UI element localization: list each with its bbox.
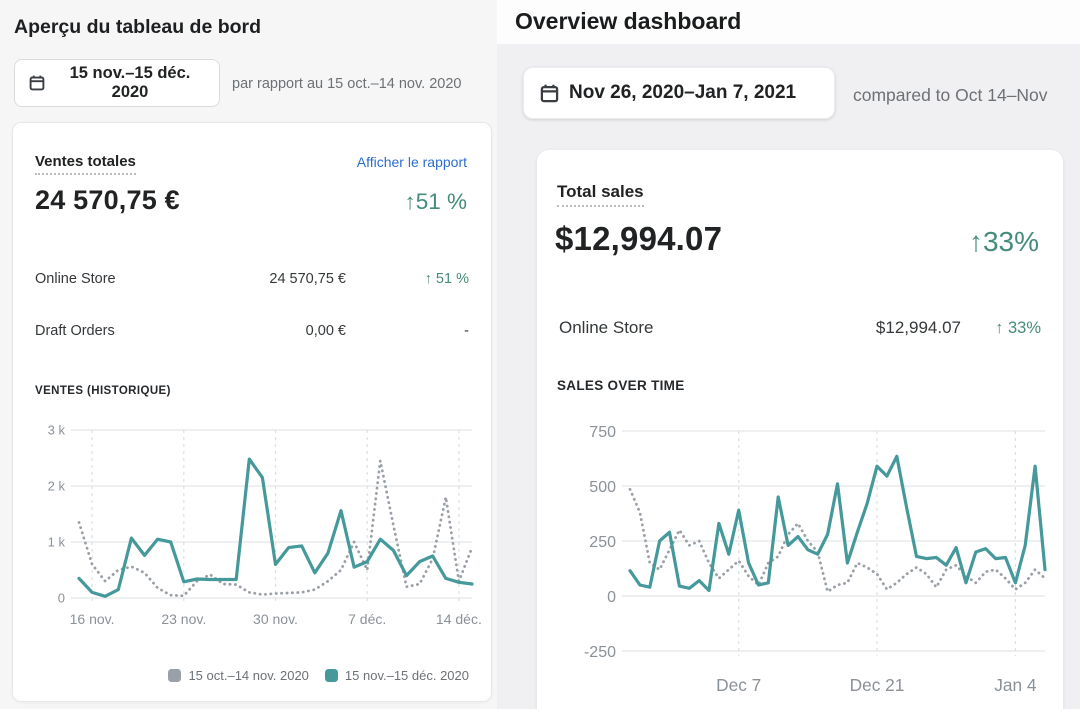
svg-text:Dec 21: Dec 21 <box>850 675 905 695</box>
svg-text:30 nov.: 30 nov. <box>253 611 298 627</box>
svg-text:250: 250 <box>589 534 616 551</box>
legend-item-current-period: 15 nov.–15 déc. 2020 <box>325 668 469 683</box>
total-sales-card: Ventes totales Afficher le rapport 24 57… <box>12 122 492 702</box>
total-sales-value: 24 570,75 € <box>35 185 180 216</box>
date-range-label: 15 nov.–15 déc. 2020 <box>55 64 205 102</box>
svg-text:750: 750 <box>589 424 616 441</box>
comparison-period-text: par rapport au 15 oct.–14 nov. 2020 <box>232 76 461 92</box>
svg-text:-250: -250 <box>584 644 616 661</box>
view-report-link[interactable]: Afficher le rapport <box>357 154 467 170</box>
sales-over-time-line-chart: 750 500 250 0 -250 Dec 7 Dec 21 Jan 4 <box>545 403 1060 703</box>
date-range-button[interactable]: 15 nov.–15 déc. 2020 <box>14 59 220 107</box>
channel-value: 24 570,75 € <box>196 271 346 287</box>
svg-text:500: 500 <box>589 479 616 496</box>
svg-text:0: 0 <box>607 589 616 606</box>
legend-label: 15 nov.–15 déc. 2020 <box>345 668 469 683</box>
svg-text:1 k: 1 k <box>48 535 66 550</box>
channel-value: 0,00 € <box>196 323 346 339</box>
svg-text:2 k: 2 k <box>48 479 66 494</box>
channel-change: ↑ 33% <box>977 319 1041 338</box>
channel-label: Online Store <box>559 318 791 338</box>
dashboard-comparison-screenshot: { "left": { "title": "Aperçu du tableau … <box>0 0 1080 709</box>
page-title: Overview dashboard <box>515 8 741 35</box>
chart-section-heading: VENTES (HISTORIQUE) <box>35 385 171 397</box>
panel-french-dashboard: Aperçu du tableau de bord 15 nov.–15 déc… <box>0 0 497 709</box>
page-title: Aperçu du tableau de bord <box>14 16 261 39</box>
metric-title: Total sales <box>557 182 644 207</box>
channel-label: Online Store <box>35 271 196 287</box>
svg-text:Dec 7: Dec 7 <box>716 675 761 695</box>
chart-section-heading: SALES OVER TIME <box>557 378 685 393</box>
channel-change: - <box>399 323 469 339</box>
comparison-period-text: compared to Oct 14–Nov <box>853 85 1048 106</box>
total-sales-value: $12,994.07 <box>555 220 722 258</box>
legend-item-previous-period: 15 oct.–14 nov. 2020 <box>168 668 308 683</box>
total-sales-card: Total sales $12,994.07 ↑33% Online Store… <box>537 150 1063 709</box>
table-row: Online Store $12,994.07 ↑ 33% <box>559 318 1041 338</box>
channel-label: Draft Orders <box>35 323 196 339</box>
legend-swatch-gray <box>168 669 181 682</box>
svg-text:Jan 4: Jan 4 <box>994 675 1037 695</box>
table-row: Online Store 24 570,75 € ↑ 51 % <box>35 271 469 287</box>
title-strip: Overview dashboard <box>497 0 1080 44</box>
calendar-icon <box>540 84 559 103</box>
sales-history-line-chart: 3 k 2 k 1 k 0 16 nov. 23 nov. 30 nov. 7 déc. 14 … <box>24 408 484 658</box>
panel-english-dashboard: Overview dashboard Nov 26, 2020–Jan 7, 2… <box>497 0 1080 709</box>
total-sales-change: ↑33% <box>969 226 1039 258</box>
svg-text:14 déc.: 14 déc. <box>436 611 482 627</box>
chart-legend: 15 oct.–14 nov. 2020 15 nov.–15 déc. 202… <box>168 668 469 683</box>
svg-text:0: 0 <box>58 591 65 606</box>
metric-title: Ventes totales <box>35 153 136 175</box>
legend-label: 15 oct.–14 nov. 2020 <box>188 668 308 683</box>
calendar-icon <box>29 75 45 91</box>
channel-change: ↑ 51 % <box>399 271 469 287</box>
svg-text:3 k: 3 k <box>48 423 66 438</box>
date-range-button[interactable]: Nov 26, 2020–Jan 7, 2021 <box>523 67 835 119</box>
table-row: Draft Orders 0,00 € - <box>35 323 469 339</box>
channel-value: $12,994.07 <box>791 318 961 338</box>
svg-text:16 nov.: 16 nov. <box>70 611 115 627</box>
svg-text:7 déc.: 7 déc. <box>348 611 386 627</box>
total-sales-change: ↑51 % <box>404 189 467 215</box>
svg-text:23 nov.: 23 nov. <box>161 611 206 627</box>
legend-swatch-teal <box>325 669 338 682</box>
date-range-label: Nov 26, 2020–Jan 7, 2021 <box>569 82 796 104</box>
